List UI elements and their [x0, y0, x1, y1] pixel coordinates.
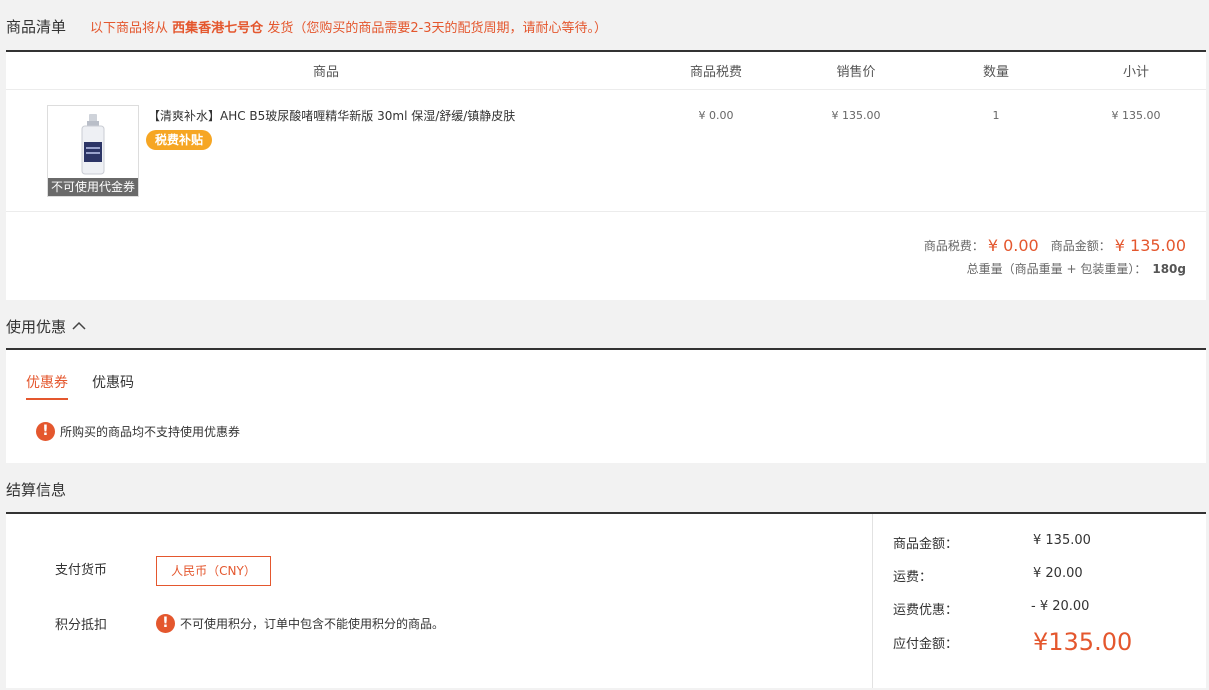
summary-payable: 应付金额： ¥135.00	[893, 628, 1133, 656]
summary-shipping-discount-value: - ¥ 20.00	[1031, 599, 1090, 614]
tax-total-label: 商品税费：	[923, 238, 984, 253]
amount-total-value: ¥ 135.00	[1114, 235, 1186, 255]
points-warning-text: 不可使用积分，订单中包含不能使用积分的商品。	[180, 617, 445, 631]
table-row: 不可使用代金券 【清爽补水】AHC B5玻尿酸啫喱精华新版 30ml 保湿/舒缓…	[6, 90, 1206, 212]
order-summary: 商品金额： ¥ 135.00 运费： ¥ 20.00 运费优惠： - ¥ 20.…	[872, 514, 1206, 688]
tax-subsidy-badge: 税费补贴	[146, 130, 213, 150]
promo-section-toggle[interactable]: 使用优惠	[0, 312, 1209, 340]
settle-section-header: 结算信息	[0, 475, 1209, 503]
weight-label: 总重量（商品重量 + 包装重量）：	[966, 262, 1147, 276]
chevron-up-icon	[72, 321, 86, 330]
col-header-tax: 商品税费	[689, 65, 742, 80]
col-header-subtotal: 小计	[1122, 65, 1149, 80]
no-voucher-tag: 不可使用代金券	[48, 178, 138, 196]
points-label: 积分抵扣	[55, 618, 108, 633]
tab-coupon[interactable]: 优惠券	[26, 372, 68, 400]
checkout-page: 商品清单 以下商品将从 西集香港七号仓 发货（您购买的商品需要2-3天的配货周期…	[0, 0, 1209, 690]
product-tax: ¥ 0.00	[698, 109, 734, 122]
amount-total-label: 商品金额：	[1050, 238, 1111, 253]
product-name-link[interactable]: 【清爽补水】AHC B5玻尿酸啫喱精华新版 30ml 保湿/舒缓/镇静皮肤	[148, 107, 515, 124]
goods-section-header: 商品清单 以下商品将从 西集香港七号仓 发货（您购买的商品需要2-3天的配货周期…	[0, 12, 1209, 40]
col-header-product: 商品	[312, 65, 339, 80]
product-price: ¥ 135.00	[831, 109, 881, 122]
payable-amount: ¥135.00	[1033, 628, 1133, 656]
summary-shipping-discount: 运费优惠： - ¥ 20.00	[893, 599, 1090, 618]
settle-options: 支付货币 人民币（CNY） 积分抵扣 ! 不可使用积分，订单中包含不能使用积分的…	[6, 514, 872, 688]
product-bottle-image	[81, 114, 105, 175]
summary-shipping: 运费： ¥ 20.00	[893, 566, 1083, 585]
warning-icon: !	[36, 422, 55, 441]
coupon-warning: ! 所购买的商品均不支持使用优惠券	[36, 422, 240, 441]
goods-totals: 商品税费： ¥ 0.00 商品金额： ¥ 135.00 总重量（商品重量 + 包…	[924, 234, 1186, 277]
product-subtotal: ¥ 135.00	[1111, 109, 1161, 122]
col-header-qty: 数量	[982, 65, 1009, 80]
goods-table-header: 商品 商品税费 销售价 数量 小计	[6, 52, 1206, 90]
product-thumbnail[interactable]: 不可使用代金券	[47, 105, 139, 197]
goods-panel: 商品 商品税费 销售价 数量 小计 不可使用代金券 【清爽补水】AHC B5玻尿…	[6, 50, 1206, 300]
promo-section-title: 使用优惠	[6, 317, 67, 336]
product-cell: 不可使用代金券 【清爽补水】AHC B5玻尿酸啫喱精华新版 30ml 保湿/舒缓…	[6, 90, 646, 211]
summary-goods: 商品金额： ¥ 135.00	[893, 533, 1091, 552]
goods-section-title: 商品清单	[6, 17, 67, 36]
summary-shipping-value: ¥ 20.00	[1033, 566, 1083, 581]
product-qty: 1	[992, 109, 1000, 122]
tab-promo-code[interactable]: 优惠码	[92, 372, 134, 400]
coupon-warning-text: 所购买的商品均不支持使用优惠券	[60, 425, 241, 439]
settle-panel: 支付货币 人民币（CNY） 积分抵扣 ! 不可使用积分，订单中包含不能使用积分的…	[6, 512, 1206, 688]
currency-option-cny[interactable]: 人民币（CNY）	[156, 556, 271, 586]
tax-total-value: ¥ 0.00	[987, 235, 1039, 255]
warning-icon: !	[156, 614, 175, 633]
promo-tabs: 优惠券 优惠码	[26, 372, 158, 400]
warehouse-name: 西集香港七号仓	[172, 20, 264, 36]
col-header-price: 销售价	[836, 65, 876, 80]
shipping-notice: 以下商品将从 西集香港七号仓 发货（您购买的商品需要2-3天的配货周期，请耐心等…	[90, 20, 608, 36]
settle-section-title: 结算信息	[6, 480, 67, 499]
points-warning: ! 不可使用积分，订单中包含不能使用积分的商品。	[156, 614, 444, 633]
weight-value: 180g	[1152, 262, 1186, 276]
promo-panel: 优惠券 优惠码 ! 所购买的商品均不支持使用优惠券	[6, 348, 1206, 463]
currency-label: 支付货币	[55, 563, 108, 578]
summary-goods-value: ¥ 135.00	[1033, 533, 1091, 548]
